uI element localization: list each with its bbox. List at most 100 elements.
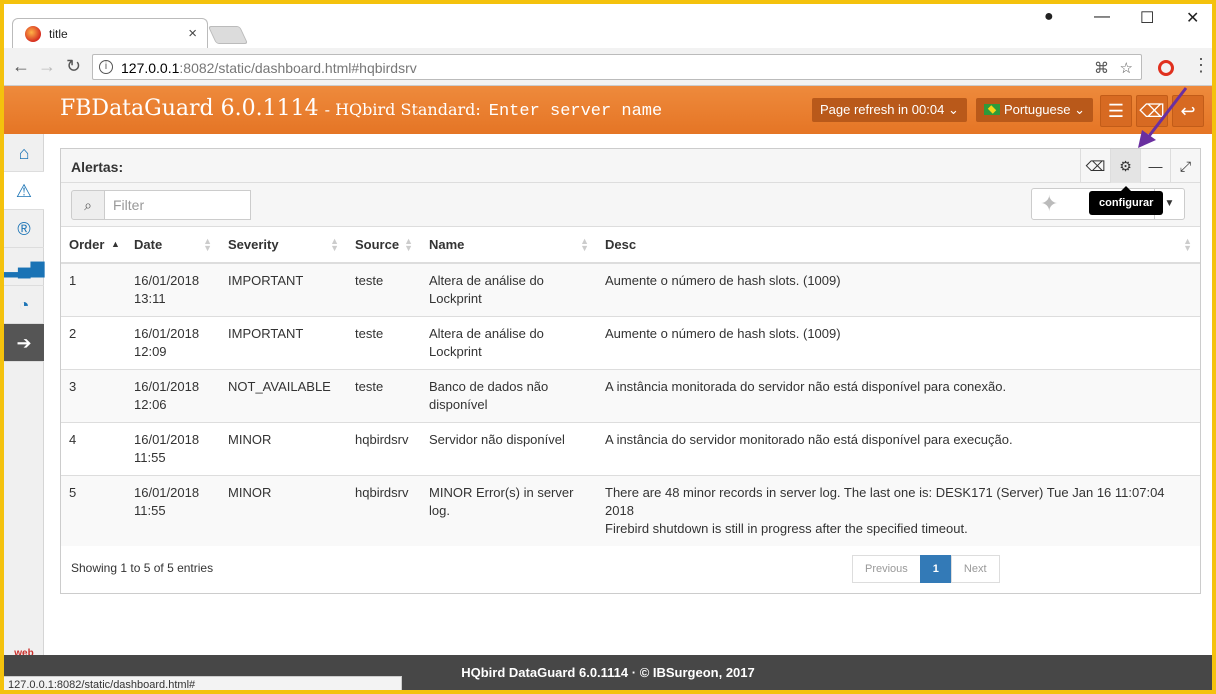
cell-severity: IMPORTANT [220, 262, 347, 317]
sidebar-item-registered[interactable]: ® [4, 210, 44, 248]
panel-title: Alertas: [71, 159, 124, 175]
sidebar: ⌂ ⚠ ® ▂▄▆ ◔ ➔ web console [4, 134, 44, 671]
minimize-icon[interactable]: — [1094, 8, 1110, 26]
cell-name: Altera de análise do Lockprint [421, 316, 597, 370]
forward-icon[interactable]: → [38, 56, 56, 77]
cell-desc: Aumente o número de hash slots. (1009) [597, 316, 1200, 370]
cell-name: Altera de análise do Lockprint [421, 262, 597, 317]
cell-severity: MINOR [220, 475, 347, 546]
maximize-icon[interactable]: ☐ [1140, 8, 1154, 28]
sidebar-item-alerts[interactable]: ⚠ [4, 172, 44, 210]
cell-date: 16/01/2018 13:11 [126, 262, 220, 317]
column-severity[interactable]: Severity ▲ ▼ [220, 227, 347, 264]
panel-settings-button[interactable]: ⚙ [1110, 149, 1140, 183]
server-name[interactable]: Enter server name [489, 102, 662, 121]
panel-expand-button[interactable]: ⤢ [1170, 149, 1200, 183]
opera-extension-icon[interactable] [1158, 60, 1174, 76]
menu-kebab-icon[interactable]: ⋮ [1192, 55, 1210, 76]
pagination: Previous 1 Next [852, 555, 1000, 583]
cell-date: 16/01/2018 12:06 [126, 369, 220, 423]
page-1-button[interactable]: 1 [919, 555, 952, 583]
cell-order: 3 [61, 369, 126, 423]
panel-eraser-button[interactable]: ⌫ [1080, 149, 1110, 183]
address-bar-row: ← → ↻ i 127.0.0.1:8082/static/dashboard.… [4, 48, 1212, 86]
translate-icon[interactable]: ⌘ [1094, 59, 1109, 77]
table-row[interactable]: 4 16/01/2018 11:55 MINOR hqbirdsrv Servid… [61, 422, 1200, 476]
warning-icon: ⚠ [15, 181, 33, 201]
app-header: FBDataGuard 6.0.1114- HQbird Standard: En… [4, 86, 1212, 134]
column-source[interactable]: Source ▲ ▼ [347, 227, 421, 264]
cell-order: 2 [61, 316, 126, 370]
cell-order: 5 [61, 475, 126, 546]
annotation-arrow [1138, 87, 1188, 148]
panel-minimize-button[interactable]: — [1140, 149, 1170, 183]
previous-page-button[interactable]: Previous [852, 555, 921, 583]
cell-desc: A instância monitorada do servidor não e… [597, 369, 1200, 423]
cell-desc: Aumente o número de hash slots. (1009) [597, 262, 1200, 317]
sidebar-item-home[interactable]: ⌂ [4, 134, 44, 172]
cell-source: teste [347, 262, 421, 317]
brazil-flag-icon [984, 104, 1000, 115]
profile-icon[interactable]: ● [1044, 8, 1054, 26]
page-refresh-dropdown[interactable]: Page refresh in 00:04 ⌄ [812, 98, 967, 122]
new-tab-button[interactable] [207, 26, 249, 44]
column-name[interactable]: Name ▲ ▼ [421, 227, 597, 264]
sort-asc-icon: ▲ [111, 239, 120, 249]
cell-date: 16/01/2018 11:55 [126, 475, 220, 546]
column-date[interactable]: Date ▲ ▼ [126, 227, 220, 264]
cell-severity: MINOR [220, 422, 347, 476]
url-input[interactable]: i 127.0.0.1:8082/static/dashboard.html#h… [92, 54, 1142, 80]
cell-name: Servidor não disponível [421, 422, 597, 476]
dashboard-icon: ◔ [18, 295, 30, 315]
table-info: Showing 1 to 5 of 5 entries [71, 561, 214, 575]
cell-source: teste [347, 369, 421, 423]
column-desc[interactable]: Desc ▲ ▼ [597, 227, 1200, 264]
cell-severity: IMPORTANT [220, 316, 347, 370]
browser-window: title × ● — ☐ ✕ ← → ↻ i 127.0.0.1:8082/s… [4, 4, 1212, 690]
cell-name: MINOR Error(s) in server log. [421, 475, 597, 546]
sidebar-item-dashboard[interactable]: ◔ [4, 286, 44, 324]
signal-icon: ▂▄▆ [4, 257, 45, 277]
table-row[interactable]: 5 16/01/2018 11:55 MINOR hqbirdsrv MINOR … [61, 475, 1200, 546]
eraser-icon: ⌫ [1085, 158, 1106, 174]
url-text: 127.0.0.1:8082/static/dashboard.html#hqb… [121, 60, 417, 76]
cell-severity: NOT_AVAILABLE [220, 369, 347, 423]
column-order[interactable]: Order ▲ [61, 227, 126, 264]
cell-order: 1 [61, 262, 126, 317]
sidebar-item-arrow[interactable]: ➔ [4, 324, 44, 362]
next-page-button[interactable]: Next [950, 555, 1000, 583]
sort-icon: ▲ ▼ [1183, 236, 1192, 253]
edition-label: - HQbird Standard: [324, 100, 481, 119]
sort-icon: ▲ ▼ [404, 236, 413, 253]
table-row[interactable]: 1 16/01/2018 13:11 IMPORTANT teste Altera… [61, 262, 1200, 317]
info-icon[interactable]: i [99, 60, 113, 74]
cell-source: teste [347, 316, 421, 370]
close-window-icon[interactable]: ✕ [1186, 8, 1199, 28]
tab-title: title [49, 27, 68, 41]
panel-toolbar: ⌕ ✦ ▼ [61, 183, 1200, 227]
back-icon[interactable]: ← [12, 56, 30, 77]
sidebar-item-signal[interactable]: ▂▄▆ [4, 248, 44, 286]
table-row[interactable]: 2 16/01/2018 12:09 IMPORTANT teste Altera… [61, 316, 1200, 370]
table-header-row: Order ▲ Date ▲ ▼ Severity ▲ ▼ Source ▲ ▼ Name ▲ ▼… [61, 227, 1200, 264]
tab-strip: title × ● — ☐ ✕ [4, 4, 1212, 48]
search-icon[interactable]: ⌕ [71, 190, 105, 220]
sort-icon: ▲ ▼ [203, 236, 212, 253]
cell-desc: There are 48 minor records in server log… [597, 475, 1200, 546]
firebird-favicon-icon [25, 26, 41, 42]
table-row[interactable]: 3 16/01/2018 12:06 NOT_AVAILABLE teste Ba… [61, 369, 1200, 423]
minus-icon: — [1148, 158, 1163, 174]
chevron-down-icon: ⌄ [1074, 102, 1086, 117]
cell-order: 4 [61, 422, 126, 476]
language-dropdown[interactable]: Portuguese ⌄ [976, 98, 1094, 122]
menu-icon[interactable]: ☰ [1100, 95, 1132, 127]
filter-input[interactable] [105, 190, 251, 220]
page-title: FBDataGuard 6.0.1114- HQbird Standard: En… [60, 96, 663, 121]
close-tab-icon[interactable]: × [188, 25, 197, 42]
alerts-table: Order ▲ Date ▲ ▼ Severity ▲ ▼ Source ▲ ▼ Name ▲ ▼… [61, 227, 1200, 546]
arrow-right-icon: ➔ [16, 333, 32, 353]
reload-icon[interactable]: ↻ [66, 56, 81, 77]
browser-tab[interactable]: title × [12, 18, 208, 48]
sort-icon: ▲ ▼ [330, 236, 339, 253]
bookmark-star-icon[interactable]: ☆ [1120, 59, 1133, 77]
